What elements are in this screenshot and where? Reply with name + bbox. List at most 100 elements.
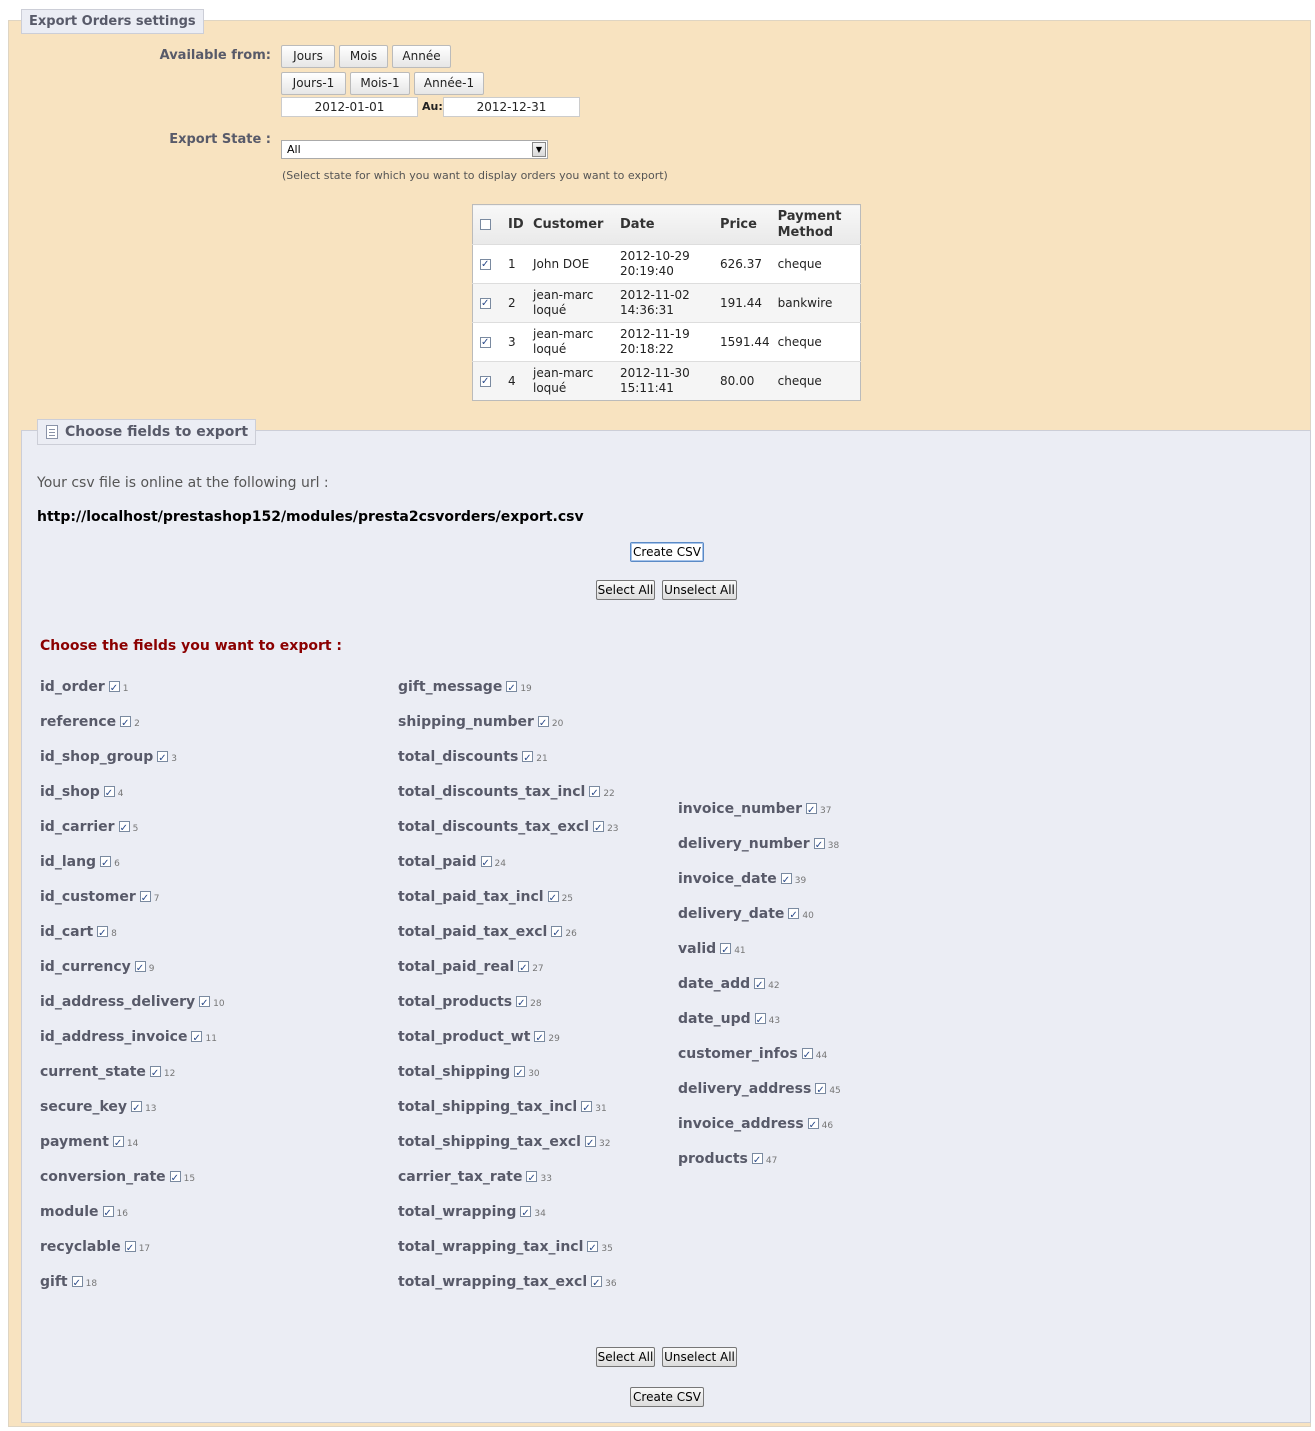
export-field-checkbox[interactable] bbox=[780, 871, 792, 891]
prev-year-button[interactable]: Année-1 bbox=[414, 72, 484, 95]
order-checkbox[interactable] bbox=[480, 296, 491, 311]
export-field-checkbox[interactable] bbox=[589, 784, 601, 804]
export-field-checkbox[interactable] bbox=[581, 1099, 593, 1119]
range-year-button[interactable]: Année bbox=[392, 45, 451, 68]
order-checkbox[interactable] bbox=[480, 374, 491, 389]
export-field-checkbox[interactable] bbox=[506, 679, 518, 699]
col-id-header: ID bbox=[504, 204, 529, 245]
export-field-checkbox[interactable] bbox=[807, 1116, 819, 1136]
order-customer: jean-marc loqué bbox=[529, 283, 616, 323]
csv-url[interactable]: http://localhost/prestashop152/modules/p… bbox=[37, 509, 584, 525]
export-field-checkbox[interactable] bbox=[199, 994, 211, 1014]
export-field-number: 28 bbox=[530, 999, 542, 1009]
export-field-label: id_shop_group bbox=[40, 749, 154, 765]
unselect-all-button-top[interactable]: Unselect All bbox=[662, 580, 737, 600]
prev-day-button[interactable]: Jours-1 bbox=[281, 72, 346, 95]
export-field-number: 29 bbox=[548, 1034, 560, 1044]
order-date: 2012-11-30 15:11:41 bbox=[616, 361, 716, 401]
export-field-checkbox[interactable] bbox=[134, 959, 146, 979]
export-field-checkbox[interactable] bbox=[124, 1239, 136, 1259]
export-field-checkbox[interactable] bbox=[108, 679, 120, 699]
export-field-number: 14 bbox=[126, 1139, 139, 1149]
order-date: 2012-11-02 14:36:31 bbox=[616, 283, 716, 323]
prev-month-button[interactable]: Mois-1 bbox=[350, 72, 410, 95]
export-field-number: 47 bbox=[765, 1156, 778, 1166]
export-field-checkbox[interactable] bbox=[169, 1169, 181, 1189]
orders-header-row: ID Customer Date Price Payment Method bbox=[472, 204, 861, 245]
order-payment: cheque bbox=[773, 322, 861, 362]
export-field-checkbox[interactable] bbox=[754, 976, 766, 996]
export-field-checkbox[interactable] bbox=[813, 836, 825, 856]
export-field-label: id_order bbox=[40, 679, 105, 695]
export-field-checkbox[interactable] bbox=[139, 889, 151, 909]
export-field-checkbox[interactable] bbox=[131, 1099, 143, 1119]
export-state-select[interactable]: All ▼ bbox=[281, 140, 548, 159]
export-field-checkbox[interactable] bbox=[788, 906, 800, 926]
export-field: conversion_rate 15 bbox=[40, 1167, 195, 1189]
choose-fields-title: Choose fields to export bbox=[37, 419, 257, 445]
export-field-checkbox[interactable] bbox=[754, 1011, 766, 1031]
export-field-number: 13 bbox=[145, 1104, 157, 1114]
order-price: 80.00 bbox=[716, 361, 774, 401]
export-field-checkbox[interactable] bbox=[102, 1204, 114, 1224]
export-field: id_currency 9 bbox=[40, 957, 155, 979]
select-all-button-bottom[interactable]: Select All bbox=[596, 1347, 655, 1367]
order-checkbox[interactable] bbox=[480, 335, 491, 350]
export-field-checkbox[interactable] bbox=[71, 1274, 83, 1294]
export-field-checkbox[interactable] bbox=[593, 819, 605, 839]
chevron-down-icon[interactable]: ▼ bbox=[532, 142, 546, 157]
create-csv-button-top[interactable]: Create CSV bbox=[630, 542, 704, 562]
export-field-checkbox[interactable] bbox=[112, 1134, 124, 1154]
export-field-checkbox[interactable] bbox=[751, 1151, 763, 1171]
export-field-checkbox[interactable] bbox=[537, 714, 549, 734]
export-field: total_paid_tax_incl 25 bbox=[398, 887, 573, 909]
export-field-checkbox[interactable] bbox=[806, 801, 818, 821]
export-field-checkbox[interactable] bbox=[547, 889, 559, 909]
create-csv-button-bottom[interactable]: Create CSV bbox=[630, 1387, 704, 1407]
order-row: 4 jean-marc loqué 2012-11-30 15:11:41 80… bbox=[472, 361, 861, 401]
export-field-checkbox[interactable] bbox=[97, 924, 109, 944]
export-field-checkbox[interactable] bbox=[157, 749, 169, 769]
export-field-checkbox[interactable] bbox=[720, 941, 732, 961]
select-all-button-top[interactable]: Select All bbox=[596, 580, 655, 600]
export-field-checkbox[interactable] bbox=[587, 1239, 599, 1259]
export-field: payment 14 bbox=[40, 1132, 139, 1154]
export-field-checkbox[interactable] bbox=[118, 819, 130, 839]
date-to-input[interactable]: 2012-12-31 bbox=[443, 97, 580, 117]
available-from-label: Available from: bbox=[159, 48, 271, 63]
export-field-checkbox[interactable] bbox=[100, 854, 112, 874]
date-from-input[interactable]: 2012-01-01 bbox=[281, 97, 418, 117]
export-field-checkbox[interactable] bbox=[480, 854, 492, 874]
export-field-checkbox[interactable] bbox=[815, 1081, 827, 1101]
export-field-checkbox[interactable] bbox=[120, 714, 132, 734]
export-field-checkbox[interactable] bbox=[191, 1029, 203, 1049]
range-day-button[interactable]: Jours bbox=[281, 45, 335, 68]
export-field-checkbox[interactable] bbox=[103, 784, 115, 804]
export-field-checkbox[interactable] bbox=[149, 1064, 161, 1084]
export-field-checkbox[interactable] bbox=[526, 1169, 538, 1189]
select-all-orders-checkbox[interactable] bbox=[480, 218, 491, 230]
export-field-checkbox[interactable] bbox=[516, 994, 528, 1014]
unselect-all-button-bottom[interactable]: Unselect All bbox=[662, 1347, 737, 1367]
export-field-checkbox[interactable] bbox=[591, 1274, 603, 1294]
export-field: total_wrapping 34 bbox=[398, 1202, 546, 1224]
export-field: invoice_address 46 bbox=[678, 1114, 833, 1136]
settings-title: Export Orders settings bbox=[21, 9, 204, 34]
export-field-checkbox[interactable] bbox=[534, 1029, 546, 1049]
export-field: id_carrier 5 bbox=[40, 817, 138, 839]
export-field-checkbox[interactable] bbox=[584, 1134, 596, 1154]
export-field-checkbox[interactable] bbox=[518, 959, 530, 979]
export-field-checkbox[interactable] bbox=[551, 924, 563, 944]
export-field-label: total_discounts_tax_excl bbox=[398, 819, 590, 835]
notepad-icon bbox=[46, 425, 58, 439]
export-field-label: total_wrapping_tax_incl bbox=[398, 1239, 584, 1255]
export-field-number: 31 bbox=[595, 1104, 607, 1114]
export-field-checkbox[interactable] bbox=[514, 1064, 526, 1084]
export-field-checkbox[interactable] bbox=[522, 749, 534, 769]
export-field: id_shop 4 bbox=[40, 782, 124, 804]
order-id: 4 bbox=[504, 361, 529, 401]
range-month-button[interactable]: Mois bbox=[339, 45, 388, 68]
export-field-checkbox[interactable] bbox=[520, 1204, 532, 1224]
order-checkbox[interactable] bbox=[480, 257, 491, 272]
export-field-checkbox[interactable] bbox=[801, 1046, 813, 1066]
